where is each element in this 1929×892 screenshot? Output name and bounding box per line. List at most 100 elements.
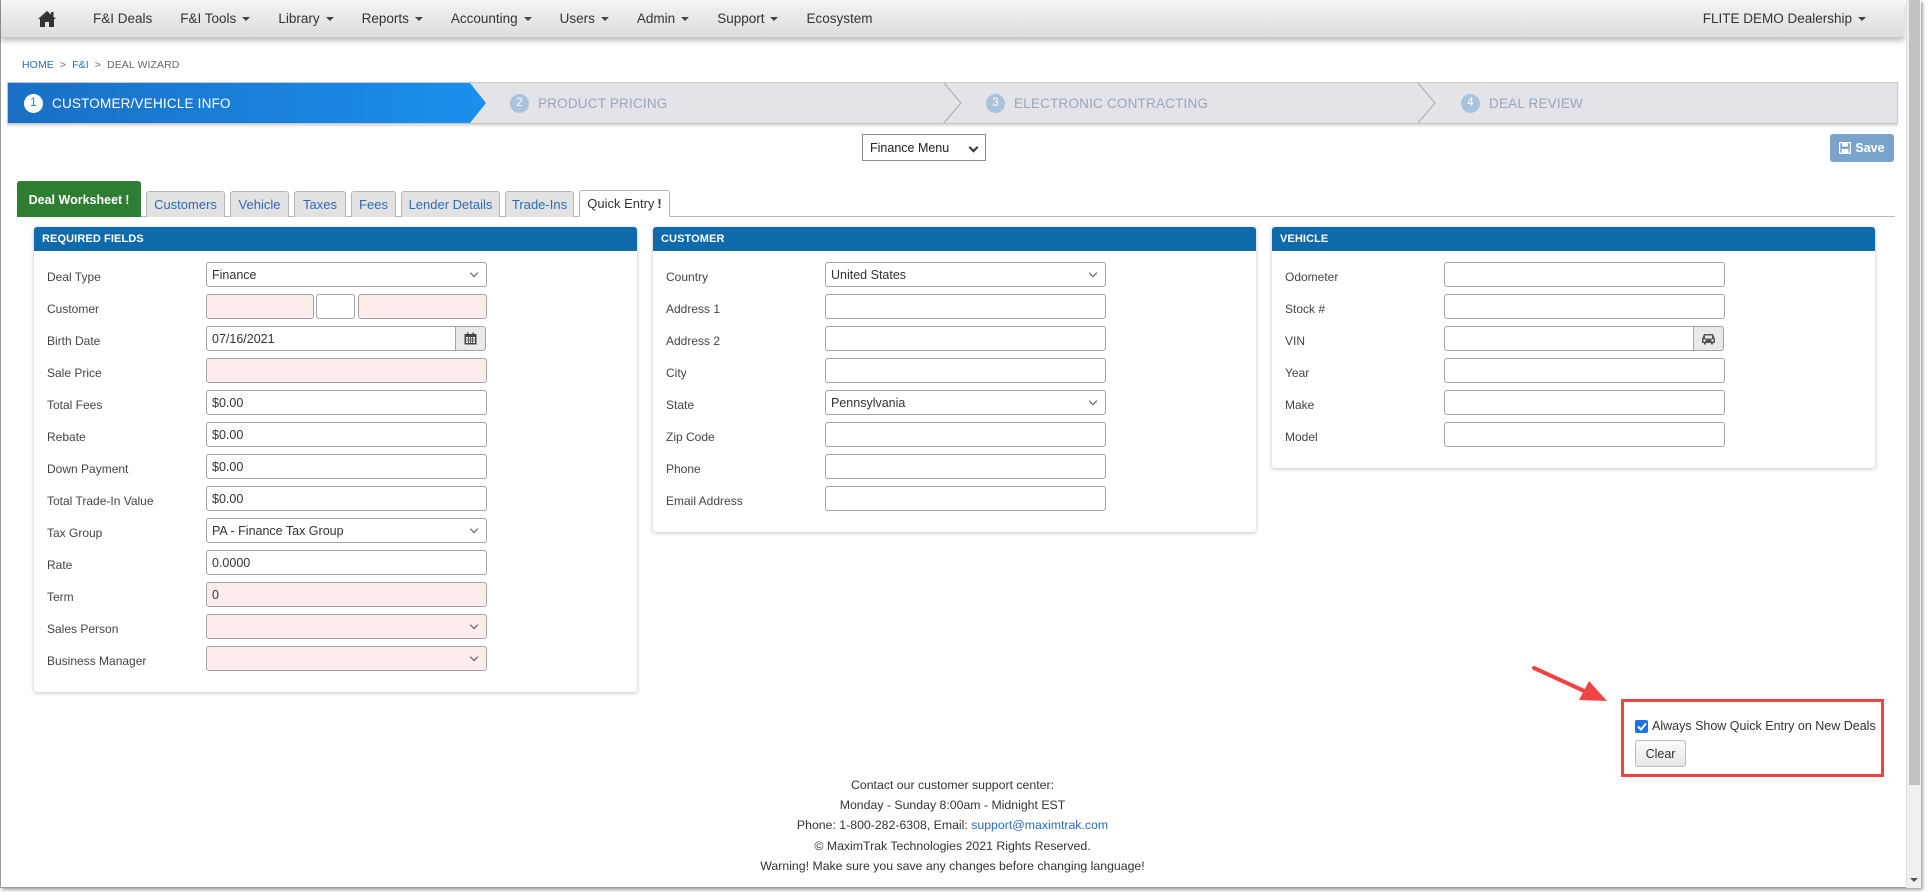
panel-title: CUSTOMER — [653, 227, 1256, 251]
stock-number-input[interactable] — [1444, 294, 1725, 319]
make-row: Make — [1272, 390, 1875, 422]
term-input[interactable]: 0 — [206, 582, 487, 607]
state-select[interactable]: Pennsylvania — [825, 390, 1106, 415]
nav-accounting[interactable]: Accounting — [437, 11, 546, 26]
country-select[interactable]: United States — [825, 262, 1106, 287]
odometer-input[interactable] — [1444, 262, 1725, 287]
alert-icon: ! — [657, 196, 662, 211]
input-value: $0.00 — [212, 395, 244, 410]
top-navbar: F&I Deals F&I Tools Library Reports Acco… — [1, 0, 1904, 38]
field-label: Rate — [47, 558, 73, 572]
tab-quick-entry[interactable]: Quick Entry! — [579, 190, 670, 217]
sale-price-row: Sale Price — [34, 358, 637, 390]
field-label: Tax Group — [47, 526, 103, 540]
sale-price-input[interactable] — [206, 358, 487, 383]
field-label: Down Payment — [47, 462, 129, 476]
input-value: 0 — [212, 587, 219, 602]
caret-down-icon — [325, 16, 334, 21]
wizard-step-2[interactable]: 2 PRODUCT PRICING — [510, 83, 668, 123]
deal-type-row: Deal Type Finance — [34, 262, 637, 294]
birth-date-input[interactable]: 07/16/2021 — [206, 326, 456, 351]
field-label: Phone — [666, 462, 701, 476]
rate-input[interactable]: 0.0000 — [206, 550, 487, 575]
tab-trade-ins[interactable]: Trade-Ins — [505, 191, 574, 217]
sales-person-select[interactable] — [206, 614, 487, 639]
down-payment-input[interactable]: $0.00 — [206, 454, 487, 479]
scroll-down-arrow-icon[interactable] — [1910, 878, 1918, 882]
always-show-quick-entry-checkbox[interactable]: Always Show Quick Entry on New Deals — [1635, 719, 1876, 733]
tab-label: Quick Entry — [587, 196, 655, 211]
breadcrumb-fi[interactable]: F&I — [72, 59, 89, 71]
nav-fi-deals[interactable]: F&I Deals — [79, 11, 166, 26]
sales-person-row: Sales Person — [34, 614, 637, 646]
checkbox-checked-icon[interactable] — [1635, 719, 1648, 733]
step-divider — [1417, 83, 1436, 123]
tab-taxes[interactable]: Taxes — [294, 191, 346, 217]
address2-row: Address 2 — [653, 326, 1256, 358]
deal-type-select[interactable]: Finance — [206, 262, 487, 287]
home-icon[interactable] — [37, 10, 57, 28]
rebate-input[interactable]: $0.00 — [206, 422, 487, 447]
customer-middle-initial-input[interactable] — [316, 294, 355, 319]
wizard-step-1[interactable]: 1 CUSTOMER/VEHICLE INFO — [24, 83, 231, 123]
tab-customers[interactable]: Customers — [146, 191, 225, 217]
calendar-button[interactable] — [455, 326, 486, 351]
year-input[interactable] — [1444, 358, 1725, 383]
stock-row: Stock # — [1272, 294, 1875, 326]
trade-in-value-input[interactable]: $0.00 — [206, 486, 487, 511]
nav-ecosystem[interactable]: Ecosystem — [792, 11, 886, 26]
field-label: Make — [1285, 398, 1315, 412]
select-value: Pennsylvania — [831, 395, 906, 410]
tab-vehicle[interactable]: Vehicle — [230, 191, 289, 217]
address1-input[interactable] — [825, 294, 1106, 319]
vin-decode-button[interactable] — [1693, 326, 1724, 351]
nav-support[interactable]: Support — [703, 11, 792, 26]
city-input[interactable] — [825, 358, 1106, 383]
customer-last-name-input[interactable] — [358, 294, 487, 319]
vin-input[interactable] — [1444, 326, 1694, 351]
address2-input[interactable] — [825, 326, 1106, 351]
vertical-scrollbar[interactable] — [1906, 0, 1921, 888]
model-input[interactable] — [1444, 422, 1725, 447]
clear-button[interactable]: Clear — [1635, 740, 1686, 767]
total-fees-input[interactable]: $0.00 — [206, 390, 487, 415]
step-divider — [943, 83, 962, 123]
customer-first-name-input[interactable] — [206, 294, 314, 319]
save-button[interactable]: Save — [1830, 134, 1894, 162]
finance-menu-select[interactable]: Finance Menu — [862, 134, 986, 161]
caret-down-icon — [1858, 16, 1866, 21]
tax-group-row: Tax Group PA - Finance Tax Group — [34, 518, 637, 550]
breadcrumb-current: DEAL WIZARD — [107, 59, 180, 71]
field-label: Stock # — [1285, 302, 1326, 316]
dealership-menu[interactable]: FLITE DEMO Dealership — [1689, 11, 1880, 26]
nav-fi-tools[interactable]: F&I Tools — [166, 11, 264, 26]
footer-warning: Warning! Make sure you save any changes … — [760, 858, 1145, 873]
deal-tabs: Deal Worksheet! Customers Vehicle Taxes … — [17, 180, 1895, 217]
tab-lender-details[interactable]: Lender Details — [401, 191, 500, 217]
nav-users[interactable]: Users — [546, 11, 623, 26]
breadcrumb-home[interactable]: HOME — [22, 59, 54, 71]
nav-label: Ecosystem — [806, 11, 873, 26]
input-value: $0.00 — [212, 459, 244, 474]
select-value: United States — [831, 267, 907, 282]
wizard-step-4[interactable]: 4 DEAL REVIEW — [1461, 83, 1583, 123]
step-label: ELECTRONIC CONTRACTING — [1014, 95, 1209, 111]
business-manager-select[interactable] — [206, 646, 487, 671]
tax-group-select[interactable]: PA - Finance Tax Group — [206, 518, 487, 543]
birth-date-row: Birth Date 07/16/2021 — [34, 326, 637, 358]
tab-deal-worksheet[interactable]: Deal Worksheet! — [17, 181, 141, 217]
nav-admin[interactable]: Admin — [623, 11, 703, 26]
tab-fees[interactable]: Fees — [351, 191, 396, 217]
support-email-link[interactable]: support@maximtrak.com — [971, 818, 1108, 832]
nav-library[interactable]: Library — [264, 11, 347, 26]
email-input[interactable] — [825, 486, 1106, 511]
step-label: PRODUCT PRICING — [538, 95, 668, 111]
customer-row: Customer — [34, 294, 637, 326]
field-label: Deal Type — [47, 270, 101, 284]
phone-input[interactable] — [825, 454, 1106, 479]
scrollbar-thumb[interactable] — [1909, 0, 1920, 785]
zip-code-input[interactable] — [825, 422, 1106, 447]
wizard-step-3[interactable]: 3 ELECTRONIC CONTRACTING — [986, 83, 1208, 123]
make-input[interactable] — [1444, 390, 1725, 415]
nav-reports[interactable]: Reports — [348, 11, 437, 26]
